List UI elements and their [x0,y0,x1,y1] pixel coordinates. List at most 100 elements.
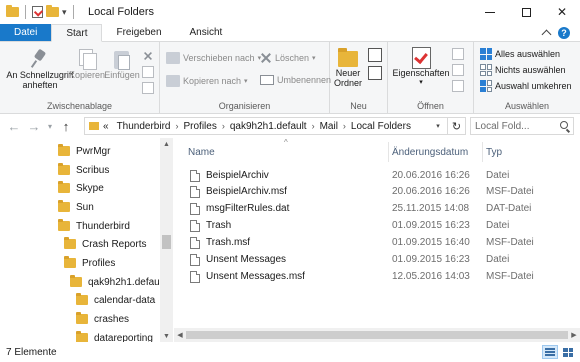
tree-item[interactable]: PwrMgr [58,142,110,160]
file-row[interactable]: BeispielArchiv.msf 20.06.2016 16:26 MSF-… [174,183,574,200]
new-folder-icon[interactable] [46,5,59,17]
breadcrumb-thunderbird[interactable]: Thunderbird [117,121,171,132]
breadcrumb-separator-icon[interactable]: › [175,121,178,131]
easy-access-icon[interactable] [368,66,382,80]
collapse-ribbon-icon[interactable] [541,29,552,40]
rename-label: Umbenennen [277,75,332,85]
folder-icon [64,256,76,268]
up-button[interactable]: ↑ [56,114,76,138]
tab-file[interactable]: Datei [0,24,52,41]
select-all-button[interactable]: Alles auswählen [480,48,560,60]
search-input[interactable] [475,120,555,132]
minimize-icon [485,11,495,13]
scroll-right-icon[interactable]: ▶ [568,328,580,342]
search-box[interactable] [470,117,574,135]
scrollbar-thumb[interactable] [186,331,568,339]
ribbon-tabs: Datei Start Freigeben Ansicht ? [0,24,580,42]
open-icon[interactable] [452,48,464,60]
rename-button[interactable]: Umbenennen [260,75,331,85]
navigation-pane[interactable]: PwrMgr Scribus Skype Sun Thunderbird Cra… [0,138,174,342]
file-name-cell: msgFilterRules.dat [190,200,289,217]
tab-view[interactable]: Ansicht [176,24,237,41]
copy-path-icon[interactable] [142,66,154,78]
tab-start[interactable]: Start [51,24,103,42]
address-dropdown-icon[interactable]: ▾ [431,118,445,134]
breadcrumb-separator-icon[interactable]: › [222,121,225,131]
tree-item[interactable]: calendar-data [76,291,155,309]
invert-selection-button[interactable]: Auswahl umkehren [480,80,572,92]
file-name-cell: Unsent Messages.msf [190,268,305,285]
breadcrumb-mail[interactable]: Mail [320,121,338,132]
navigation-scrollbar[interactable]: ▲ ▼ [160,138,173,342]
delete-label: Löschen [275,53,310,63]
back-button[interactable]: ← [4,114,24,138]
recent-locations-button[interactable]: ▾ [44,114,56,138]
paste-shortcut-icon[interactable] [142,82,154,94]
tree-item[interactable]: Skype [58,179,104,197]
maximize-button[interactable] [508,0,544,24]
delete-icon [260,52,272,64]
pin-quick-access-button[interactable]: An Schnellzugriff anheften [4,48,76,90]
large-icons-view-button[interactable] [560,345,576,359]
delete-button[interactable]: Löschen ▾ [260,52,316,64]
history-icon[interactable] [452,80,464,92]
close-button[interactable]: ✕ [544,0,580,24]
tree-item[interactable]: Sun [58,198,94,216]
tree-item[interactable]: Scribus [58,161,109,179]
properties-button[interactable]: Eigenschaften ▾ [392,46,450,88]
pin-label-2: anheften [22,80,58,90]
file-list[interactable]: ^ Name Änderungsdatum Typ BeispielArchiv… [174,138,580,342]
copy-to-button[interactable]: Kopieren nach ▾ [166,75,248,87]
breadcrumb-profiles[interactable]: Profiles [183,121,216,132]
address-bar[interactable]: « Thunderbird › Profiles › qak9h2h1.defa… [84,117,466,135]
file-row[interactable]: BeispielArchiv 20.06.2016 16:26 Datei [174,167,574,184]
new-folder-button[interactable]: Neuer Ordner [332,46,364,88]
group-label-select: Auswählen [504,101,550,111]
tree-item[interactable]: datareporting [76,329,153,342]
copy-to-label: Kopieren nach [183,76,242,86]
tree-item[interactable]: crashes [76,310,129,328]
move-to-button[interactable]: Verschieben nach ▾ [166,52,261,64]
copy-button[interactable]: Kopieren [69,48,105,80]
file-icon [190,202,200,215]
column-header-type[interactable]: Typ [482,142,572,162]
status-bar: 7 Elemente [0,342,580,362]
file-row[interactable]: Unsent Messages.msf 12.05.2016 14:03 MSF… [174,268,574,285]
minimize-button[interactable] [472,0,508,24]
file-row[interactable]: msgFilterRules.dat 25.11.2015 14:08 DAT-… [174,200,574,217]
breadcrumb-default[interactable]: qak9h2h1.default [230,121,307,132]
paste-button[interactable]: Einfügen [104,48,140,80]
tree-item[interactable]: Profiles [64,254,115,272]
help-icon[interactable]: ? [558,26,570,39]
file-row[interactable]: Unsent Messages 01.09.2015 16:23 Datei [174,251,574,268]
refresh-icon[interactable]: ↻ [447,118,465,134]
column-header-date[interactable]: Änderungsdatum [388,142,482,162]
edit-icon[interactable] [452,64,464,76]
details-view-button[interactable] [542,345,558,359]
breadcrumb-overflow[interactable]: « [103,121,109,132]
arrow-right-icon: → [27,118,41,134]
customize-toolbar-icon[interactable]: ▾ [62,7,67,18]
tree-item[interactable]: Crash Reports [64,235,146,253]
file-name-cell: BeispielArchiv [190,167,269,184]
file-row[interactable]: Trash.msf 01.09.2015 16:40 MSF-Datei [174,234,574,251]
select-none-button[interactable]: Nichts auswählen [480,64,566,76]
tree-item[interactable]: qak9h2h1.default [70,273,165,291]
file-list-horizontal-scrollbar[interactable]: ◀ ▶ [174,328,580,342]
breadcrumb-separator-icon[interactable]: › [343,121,346,131]
forward-button[interactable]: → [24,114,44,138]
scrollbar-thumb[interactable] [162,235,171,249]
file-row[interactable]: Trash 01.09.2015 16:23 Datei [174,217,574,234]
breadcrumb-local-folders[interactable]: Local Folders [351,121,411,132]
properties-icon[interactable] [32,6,43,18]
scroll-up-icon[interactable]: ▲ [160,138,173,150]
new-item-icon[interactable] [368,48,382,62]
tab-share[interactable]: Freigeben [102,24,175,41]
breadcrumb-separator-icon[interactable]: › [312,121,315,131]
column-header-name[interactable]: Name [184,142,388,162]
scroll-down-icon[interactable]: ▼ [160,330,173,342]
tree-item[interactable]: Thunderbird [58,217,130,235]
new-folder-icon [337,46,359,68]
cut-icon[interactable] [143,51,153,61]
scroll-left-icon[interactable]: ◀ [174,328,186,342]
